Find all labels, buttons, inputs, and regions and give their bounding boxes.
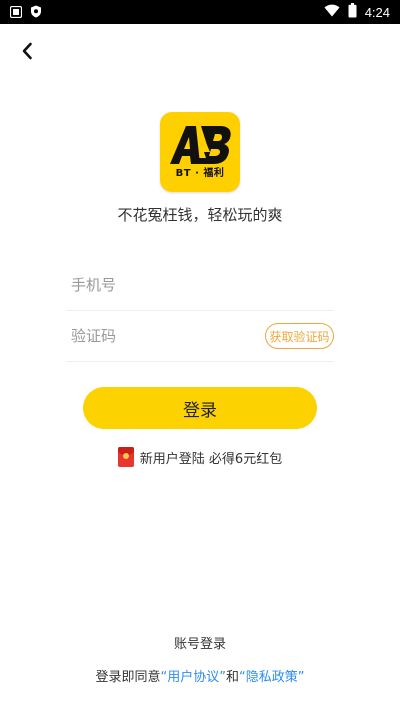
status-time: 4:24 xyxy=(364,4,390,20)
status-right: 4:24 xyxy=(324,3,390,21)
code-input[interactable] xyxy=(66,311,265,361)
back-button[interactable] xyxy=(14,40,40,66)
code-field-row: 获取验证码 xyxy=(66,311,334,362)
battery-icon xyxy=(348,3,357,21)
status-left xyxy=(9,3,42,22)
shield-icon xyxy=(30,3,42,22)
logo-tagline: BT · 福利 xyxy=(175,168,225,179)
phone-field-row xyxy=(66,260,334,311)
login-screen: 4:24 BT · 福利 不花冤枉钱，轻松玩的爽 获取验证码 登录 新用户登陆 … xyxy=(0,0,400,711)
account-login-link[interactable]: 账号登录 xyxy=(0,633,400,652)
agreement-text: 登录即同意“用户协议”和“隐私政策” xyxy=(0,666,400,685)
agreement-and: 和 xyxy=(226,670,240,685)
red-packet-icon xyxy=(117,447,134,467)
user-agreement-link[interactable]: “用户协议” xyxy=(161,670,226,685)
agreement-prefix: 登录即同意 xyxy=(95,670,161,685)
privacy-policy-link[interactable]: “隐私政策” xyxy=(239,670,304,685)
get-code-button[interactable]: 获取验证码 xyxy=(265,323,334,349)
logo-ab-mark xyxy=(170,126,231,164)
status-bar: 4:24 xyxy=(0,0,400,24)
app-logo: BT · 福利 xyxy=(160,112,240,192)
new-user-promo: 新用户登陆 必得6元红包 xyxy=(0,447,400,467)
phone-input[interactable] xyxy=(66,260,334,310)
promo-text: 新用户登陆 必得6元红包 xyxy=(139,451,283,467)
notification-square-icon xyxy=(9,3,23,22)
slogan: 不花冤枉钱，轻松玩的爽 xyxy=(117,206,283,224)
chevron-left-icon xyxy=(21,42,33,64)
login-button[interactable]: 登录 xyxy=(83,387,317,429)
wifi-icon xyxy=(324,4,340,20)
